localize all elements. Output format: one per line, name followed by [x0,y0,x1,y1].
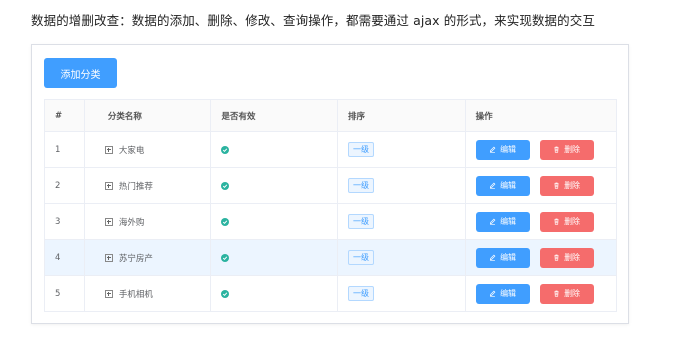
row-index: 3 [45,204,85,239]
row-valid-cell [211,276,339,311]
edit-icon [489,218,496,225]
trash-icon [553,146,560,153]
table-row: 4 苏宁房产 一级 编辑 删除 [45,240,616,276]
category-table: # 分类名称 是否有效 排序 操作 1 大家电 一级 编辑 删除 2 热门推荐 … [44,99,617,312]
page-heading: 数据的增删改查：数据的添加、删除、修改、查询操作，都需要通过 ajax 的形式，… [31,13,595,28]
row-valid-cell [211,240,339,275]
table-row: 1 大家电 一级 编辑 删除 [45,132,616,168]
row-valid-cell [211,168,339,203]
edit-button[interactable]: 编辑 [475,175,530,196]
expand-icon[interactable] [104,145,113,154]
row-sort-cell: 一级 [338,168,466,203]
delete-button[interactable]: 删除 [539,283,594,304]
row-ops-cell: 编辑 删除 [466,204,616,239]
check-circle-icon [221,217,230,226]
edit-button[interactable]: 编辑 [475,283,530,304]
category-name: 热门推荐 [118,181,153,192]
expand-icon[interactable] [104,253,113,262]
row-sort-cell: 一级 [338,204,466,239]
row-index: 2 [45,168,85,203]
table-row: 2 热门推荐 一级 编辑 删除 [45,168,616,204]
expand-icon[interactable] [104,217,113,226]
add-category-button[interactable]: 添加分类 [44,58,117,88]
edit-icon [489,146,496,153]
edit-button[interactable]: 编辑 [475,139,530,160]
edit-icon [489,290,496,297]
row-sort-cell: 一级 [338,276,466,311]
row-ops-cell: 编辑 删除 [466,132,616,167]
row-name-cell: 大家电 [85,132,212,167]
trash-icon [553,218,560,225]
edit-button[interactable]: 编辑 [475,211,530,232]
row-ops-cell: 编辑 删除 [466,276,616,311]
edit-icon [489,254,496,261]
check-circle-icon [221,289,230,298]
row-index: 1 [45,132,85,167]
row-index: 5 [45,276,85,311]
trash-icon [553,254,560,261]
edit-button[interactable]: 编辑 [475,247,530,268]
category-name: 大家电 [118,145,145,156]
row-name-cell: 海外购 [85,204,212,239]
row-sort-cell: 一级 [338,240,466,275]
header-index: # [45,100,85,131]
row-valid-cell [211,132,339,167]
row-name-cell: 手机相机 [85,276,212,311]
category-name: 苏宁房产 [118,253,153,264]
category-panel: 添加分类 # 分类名称 是否有效 排序 操作 1 大家电 一级 编辑 删除 2 … [31,44,629,324]
trash-icon [553,182,560,189]
delete-button[interactable]: 删除 [539,247,594,268]
edit-icon [489,182,496,189]
delete-button[interactable]: 删除 [539,139,594,160]
delete-button[interactable]: 删除 [539,211,594,232]
level-tag: 一级 [348,286,375,301]
header-name: 分类名称 [85,100,212,131]
category-name: 海外购 [118,217,145,228]
level-tag: 一级 [348,178,375,193]
row-valid-cell [211,204,339,239]
delete-button[interactable]: 删除 [539,175,594,196]
row-name-cell: 苏宁房产 [85,240,212,275]
row-ops-cell: 编辑 删除 [466,240,616,275]
check-circle-icon [221,145,230,154]
header-valid: 是否有效 [211,100,339,131]
header-sort: 排序 [338,100,466,131]
trash-icon [553,290,560,297]
level-tag: 一级 [348,142,375,157]
row-sort-cell: 一级 [338,132,466,167]
check-circle-icon [221,253,230,262]
row-index: 4 [45,240,85,275]
category-name: 手机相机 [118,289,153,300]
expand-icon[interactable] [104,289,113,298]
row-name-cell: 热门推荐 [85,168,212,203]
level-tag: 一级 [348,250,375,265]
header-operations: 操作 [475,111,493,122]
check-circle-icon [221,181,230,190]
table-row: 3 海外购 一级 编辑 删除 [45,204,616,240]
table-header: # 分类名称 是否有效 排序 操作 [45,100,616,132]
level-tag: 一级 [348,214,375,229]
table-row: 5 手机相机 一级 编辑 删除 [45,276,616,312]
row-ops-cell: 编辑 删除 [466,168,616,203]
expand-icon[interactable] [104,181,113,190]
